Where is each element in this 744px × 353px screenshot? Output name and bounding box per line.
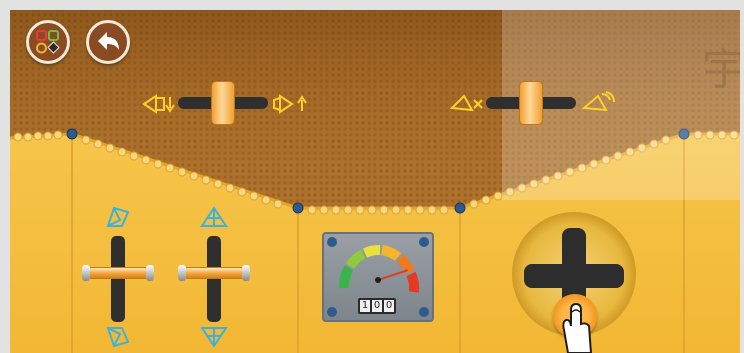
wing-up-icon[interactable] [104, 204, 132, 230]
pointing-hand-icon [562, 302, 593, 353]
watermark-text: 宇 [702, 44, 744, 95]
lever-right-track[interactable] [207, 236, 221, 322]
back-arrow-icon [98, 32, 119, 50]
lever-right-cap-right [242, 265, 250, 281]
fin-down-icon[interactable] [200, 324, 228, 350]
shapes-menu-icon [36, 30, 60, 54]
horn-on-icon[interactable] [580, 90, 616, 116]
screen-frame-right [740, 0, 744, 353]
fin-up-icon[interactable] [200, 204, 228, 230]
game-screen: 宇 1 0 0 [0, 0, 744, 353]
lever-left-track[interactable] [111, 236, 125, 322]
odometer: 1 0 0 [358, 298, 396, 314]
screen-frame-top [0, 0, 744, 10]
horn-volume-slider-knob[interactable] [211, 81, 235, 125]
lever-right-cap-left [178, 265, 186, 281]
odometer-digit: 0 [372, 300, 382, 312]
odometer-digit: 0 [384, 300, 394, 312]
wing-down-icon[interactable] [104, 324, 132, 350]
horn-up-icon[interactable] [272, 92, 310, 116]
horn-mute-icon[interactable] [448, 92, 484, 116]
menu-button[interactable] [26, 20, 70, 64]
screen-frame-left [0, 0, 10, 353]
lever-left-cap-right [146, 265, 154, 281]
odometer-digit: 1 [360, 300, 370, 312]
lever-right-handle[interactable] [182, 267, 246, 279]
lever-left-cap-left [82, 265, 90, 281]
lever-left-handle[interactable] [86, 267, 150, 279]
back-button[interactable] [86, 20, 130, 64]
horn-down-icon[interactable] [142, 92, 176, 116]
gauge-needle [377, 269, 409, 281]
speed-gauge: 1 0 0 [322, 232, 434, 322]
horn-toggle-slider-knob[interactable] [519, 81, 543, 125]
